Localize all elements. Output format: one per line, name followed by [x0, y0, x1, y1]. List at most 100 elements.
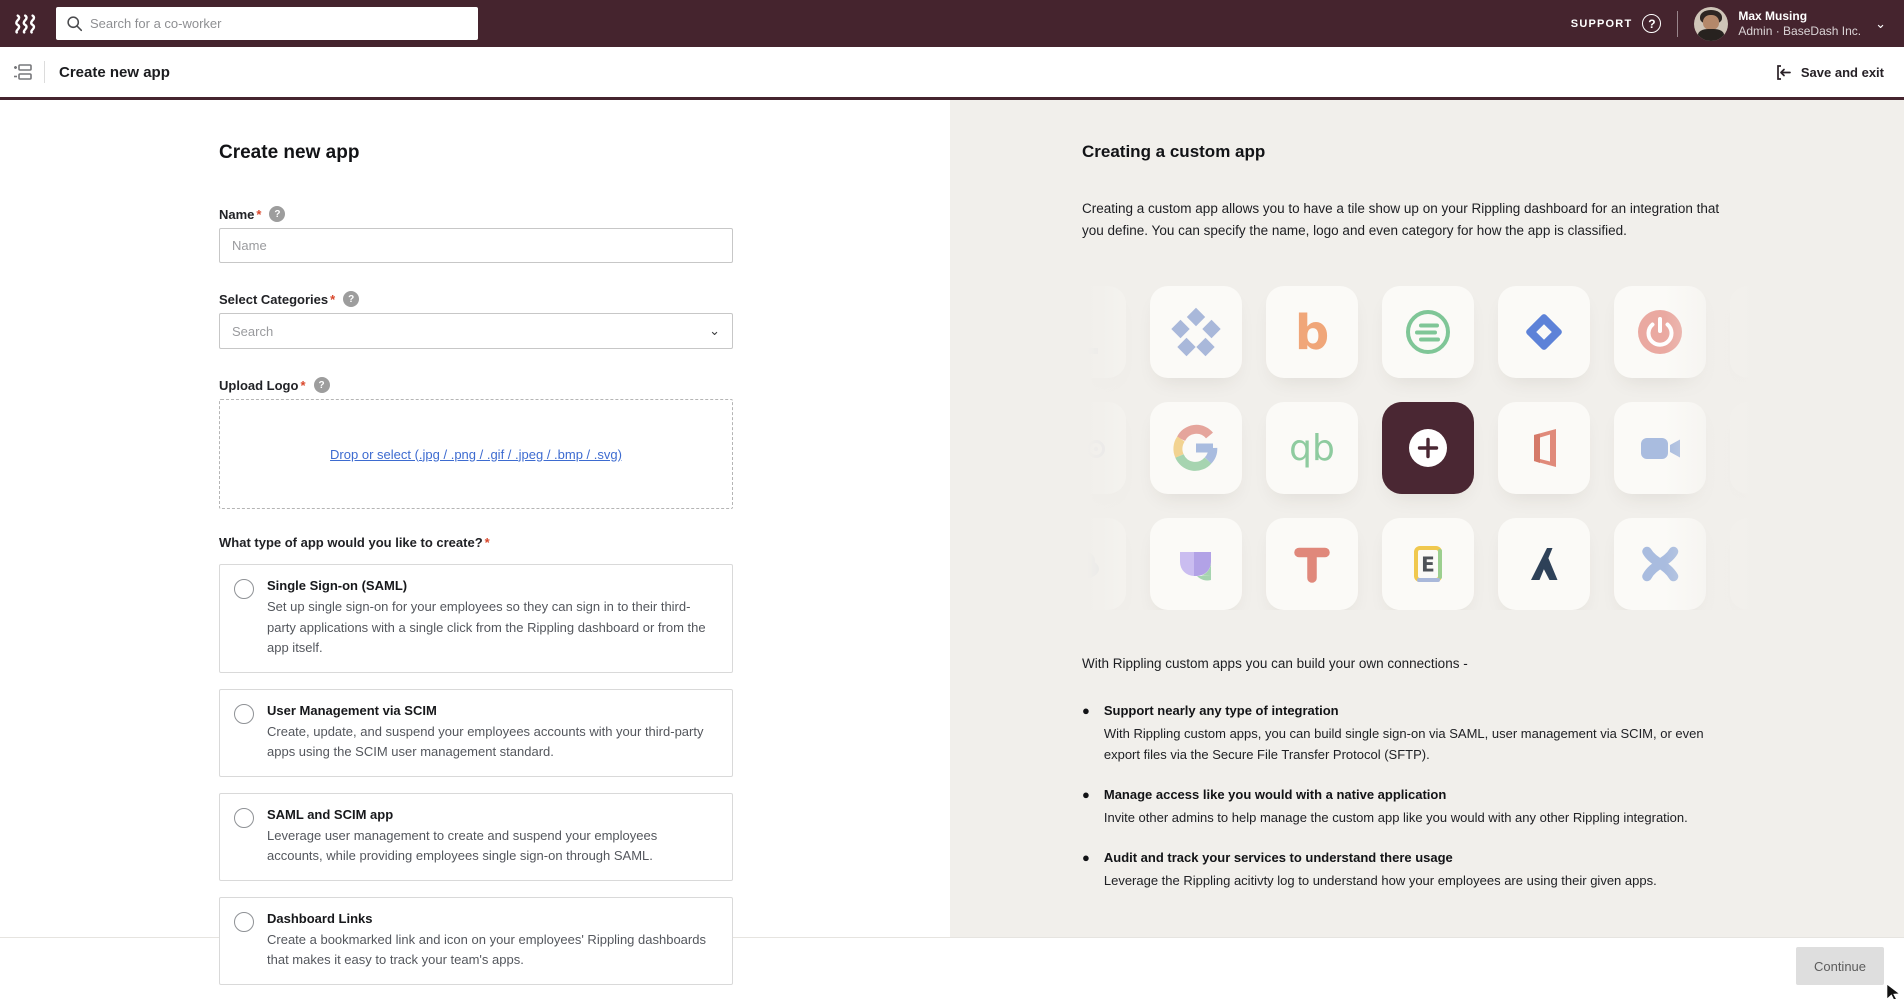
circle-lines-icon: [1400, 304, 1456, 360]
app-tile: [1614, 518, 1706, 610]
logo-dropzone[interactable]: Drop or select (.jpg / .png / .gif / .jp…: [219, 399, 733, 509]
app-tile: b: [1266, 286, 1358, 378]
pink-dots-icon: [1748, 536, 1775, 592]
save-and-exit-button[interactable]: Save and exit: [1775, 64, 1884, 81]
video-camera-icon: [1632, 420, 1688, 476]
app-tile: qb: [1266, 402, 1358, 494]
app-tile: sa: [1730, 402, 1775, 494]
required-asterisk: *: [256, 207, 261, 222]
save-and-exit-label: Save and exit: [1801, 65, 1884, 80]
app-tile: [1150, 402, 1242, 494]
quickbooks-qb-icon: qb: [1284, 420, 1340, 476]
coworker-search: [56, 7, 478, 40]
categories-field-label: Select Categories: [219, 292, 328, 307]
letter-one-icon: 1: [1082, 304, 1108, 360]
page-title: Create new app: [59, 64, 170, 81]
bullet-description: With Rippling custom apps, you can build…: [1104, 723, 1742, 765]
categories-select[interactable]: Search ⌄: [219, 313, 733, 349]
help-icon[interactable]: ?: [314, 377, 330, 393]
app-tile: [1150, 518, 1242, 610]
categories-select-placeholder: Search: [232, 324, 273, 339]
name-input[interactable]: [219, 228, 733, 263]
logo-field-label: Upload Logo: [219, 378, 298, 393]
app-type-option-card[interactable]: SAML and SCIM app Leverage user managemen…: [219, 793, 733, 881]
help-icon[interactable]: ?: [269, 206, 285, 222]
support-link[interactable]: SUPPORT: [1571, 18, 1633, 30]
app-type-option-card[interactable]: Single Sign-on (SAML)Set up single sign-…: [219, 564, 733, 673]
app-tile: [1082, 518, 1126, 610]
name-field-label: Name: [219, 207, 254, 222]
required-asterisk: *: [300, 378, 305, 393]
slanted-a-icon: [1516, 536, 1572, 592]
chevron-down-icon[interactable]: ⌄: [1875, 16, 1886, 32]
steps-icon[interactable]: [12, 62, 34, 82]
info-bullet: ● Audit and track your services to unders…: [1082, 848, 1742, 891]
bullet-description: Leverage the Rippling acitivty log to un…: [1104, 870, 1657, 891]
app-tile: ro: [1082, 402, 1126, 494]
bullet-title: Manage access like you would with a nati…: [1104, 785, 1688, 805]
info-heading: Creating a custom app: [1082, 142, 1742, 162]
info-bullets: ●Support nearly any type of integrationW…: [1082, 701, 1742, 891]
bullet-description: Invite other admins to help manage the c…: [1104, 807, 1688, 828]
option-title: Single Sign-on (SAML): [267, 578, 716, 593]
rippling-logo-icon[interactable]: [14, 11, 40, 37]
jira-diamond-icon: [1516, 304, 1572, 360]
bullet-title: Audit and track your services to underst…: [1104, 848, 1657, 868]
help-icon[interactable]: ?: [1642, 14, 1661, 33]
bullet-dot: ●: [1082, 848, 1090, 891]
info-bullet: ●Support nearly any type of integrationW…: [1082, 701, 1742, 765]
logo-upload-link[interactable]: Drop or select (.jpg / .png / .gif / .jp…: [330, 447, 622, 462]
confluence-x-icon: [1632, 536, 1688, 592]
radio-button[interactable]: [234, 579, 254, 599]
app-tile: [1498, 402, 1590, 494]
radio-button[interactable]: [234, 808, 254, 828]
bullet-dot: ●: [1082, 701, 1090, 765]
option-description: Leverage user management to create and s…: [267, 826, 716, 867]
divider: [44, 61, 45, 83]
power-button-icon: [1632, 304, 1688, 360]
app-type-options: Single Sign-on (SAML)Set up single sign-…: [219, 564, 733, 985]
svg-text:sa: sa: [1756, 434, 1775, 465]
avatar[interactable]: [1694, 7, 1728, 41]
continue-button[interactable]: Continue: [1796, 947, 1884, 985]
svg-text:ro: ro: [1082, 434, 1083, 463]
exit-icon: [1775, 64, 1792, 81]
leaf-shapes-icon: [1168, 536, 1224, 592]
option-title: Dashboard Links: [267, 911, 716, 926]
app-tile: [1498, 518, 1590, 610]
info-bullet: ●Manage access like you would with a nat…: [1082, 785, 1742, 828]
form-heading: Create new app: [219, 142, 733, 164]
app-logos-illustration: 1 b ro qb sa E: [1082, 286, 1775, 610]
pentagon-diamonds-icon: [1168, 304, 1224, 360]
page-header: Create new app Save and exit: [0, 47, 1904, 100]
option-title: User Management via SCIM: [267, 703, 716, 718]
search-input[interactable]: [56, 7, 478, 40]
dropbox-diamonds-icon: [1748, 304, 1775, 360]
user-role: Admin · BaseDash Inc.: [1738, 24, 1861, 39]
user-menu[interactable]: Max Musing Admin · BaseDash Inc.: [1738, 9, 1861, 39]
app-tile: [1382, 402, 1474, 494]
custom-app-info-panel: Creating a custom app Creating a custom …: [950, 100, 1904, 937]
office-icon: [1516, 420, 1572, 476]
app-tile: E: [1382, 518, 1474, 610]
app-tile: [1730, 518, 1775, 610]
salesforce-partial-icon: sa: [1748, 420, 1775, 476]
help-icon[interactable]: ?: [343, 291, 359, 307]
info-intro: Creating a custom app allows you to have…: [1082, 198, 1742, 242]
app-type-question-label: What type of app would you like to creat…: [219, 535, 483, 550]
option-description: Create, update, and suspend your employe…: [267, 722, 716, 763]
app-type-option-card[interactable]: User Management via SCIM Create, update, …: [219, 689, 733, 777]
radio-button[interactable]: [234, 912, 254, 932]
app-tile: [1382, 286, 1474, 378]
radio-button[interactable]: [234, 704, 254, 724]
search-icon: [66, 15, 83, 32]
app-type-option-card[interactable]: Dashboard LinksCreate a bookmarked link …: [219, 897, 733, 985]
required-asterisk: *: [485, 535, 490, 550]
connections-line: With Rippling custom apps you can build …: [1082, 656, 1742, 671]
required-asterisk: *: [330, 292, 335, 307]
xero-partial-icon: ro: [1082, 420, 1108, 476]
letter-t-icon: [1284, 536, 1340, 592]
app-tile: [1614, 402, 1706, 494]
option-title: SAML and SCIM app: [267, 807, 716, 822]
app-tile: 1: [1082, 286, 1126, 378]
